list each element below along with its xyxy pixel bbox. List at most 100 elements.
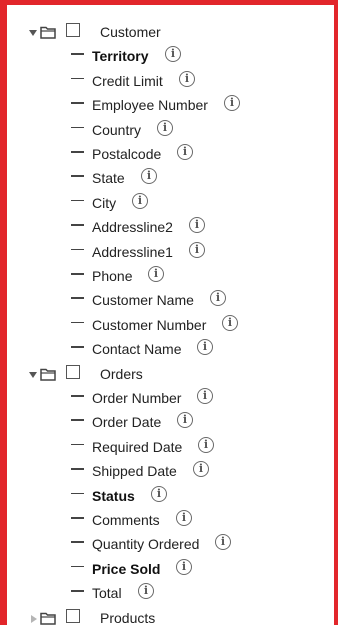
tree-field-item[interactable]: Price Sold i [0, 558, 300, 581]
tree-field-item[interactable]: Shipped Date i [0, 461, 300, 483]
info-icon[interactable]: i [197, 388, 213, 404]
tree-field-label: Comments [92, 512, 160, 528]
tree-field-label: Credit Limit [92, 72, 163, 89]
tree-field-item[interactable]: Employee Number i [0, 95, 300, 117]
info-icon[interactable]: i [189, 217, 205, 234]
dash-icon [71, 492, 84, 495]
tree-field-label: City [92, 194, 117, 211]
info-icon[interactable]: i [148, 266, 164, 282]
caret-down-icon[interactable] [29, 371, 37, 378]
dash-icon [71, 224, 84, 226]
tree-field-label: Customer Name [92, 292, 194, 309]
field-tree-panel: Customer Territory i Credit Limit i Employee … [0, 0, 338, 626]
dash-icon [71, 517, 84, 519]
tree-group-label: Products [100, 609, 156, 626]
tree-field-item[interactable]: Phone i [0, 266, 300, 288]
info-icon[interactable]: i [224, 95, 240, 112]
info-icon[interactable]: i [197, 339, 213, 356]
info-icon[interactable]: i [141, 168, 157, 185]
tree-field-label: Phone [92, 268, 133, 284]
info-icon[interactable]: i [138, 583, 154, 600]
tree-field-item[interactable]: Credit Limit i [0, 70, 300, 93]
caret-right-icon[interactable] [31, 614, 37, 623]
tree-group-products[interactable]: Products [0, 608, 300, 630]
dash-icon [71, 77, 84, 80]
tree-field-item[interactable]: Customer Name i [0, 290, 300, 312]
tree-field-label: Order Date [92, 414, 162, 431]
tree-field-item[interactable]: Addressline1 i [0, 241, 300, 264]
tree-field-label: Addressline2 [92, 219, 173, 236]
tree-field-item[interactable]: Territory i [0, 46, 300, 68]
tree-group-customer[interactable]: Customer [0, 22, 300, 44]
tree-group-label: Orders [100, 365, 143, 382]
folder-icon [40, 26, 56, 39]
group-checkbox[interactable] [66, 364, 80, 379]
dash-icon [71, 419, 84, 421]
info-icon[interactable]: i [193, 461, 209, 478]
tree-field-item[interactable]: Contact Name i [0, 339, 300, 361]
dash-icon [71, 590, 84, 592]
panel-border-right [334, 0, 338, 625]
tree-field-item[interactable]: Required Date i [0, 436, 300, 459]
dash-icon [71, 321, 84, 324]
info-icon[interactable]: i [176, 558, 192, 575]
tree-field-item[interactable]: City i [0, 192, 300, 215]
dash-icon [71, 126, 84, 129]
info-icon[interactable]: i [151, 485, 167, 502]
tree-field-item[interactable]: State i [0, 168, 300, 190]
tree-field-label: Addressline1 [92, 243, 173, 260]
tree-field-item[interactable]: Order Date i [0, 412, 300, 434]
info-icon[interactable]: i [189, 241, 205, 258]
tree-field-label: Total [92, 585, 122, 602]
tree-field-label: State [92, 170, 125, 187]
info-icon[interactable]: i [222, 314, 238, 331]
tree-field-item[interactable]: Postalcode i [0, 144, 300, 166]
dash-icon [71, 175, 84, 177]
tree-field-item[interactable]: Status i [0, 485, 300, 508]
tree-field-item[interactable]: Total i [0, 583, 300, 605]
info-icon[interactable]: i [132, 192, 148, 209]
dash-icon [71, 565, 84, 568]
info-icon[interactable]: i [177, 412, 193, 429]
dash-icon [71, 53, 84, 55]
dash-icon [71, 468, 84, 470]
tree-field-item[interactable]: Comments i [0, 510, 300, 532]
tree-field-item[interactable]: Quantity Ordered i [0, 534, 300, 556]
tree-field-label: Order Number [92, 390, 182, 406]
tree-field-label: Country [92, 121, 142, 138]
info-icon[interactable]: i [179, 70, 195, 87]
info-icon[interactable]: i [176, 510, 192, 526]
panel-border-top [0, 0, 338, 5]
dash-icon [71, 346, 84, 348]
dash-icon [71, 297, 84, 299]
caret-down-icon[interactable] [29, 30, 37, 36]
info-icon[interactable]: i [215, 534, 231, 551]
info-icon[interactable]: i [157, 119, 173, 136]
tree-field-label: Shipped Date [92, 463, 177, 480]
info-icon[interactable]: i [198, 436, 214, 453]
tree-field-item[interactable]: Customer Number i [0, 314, 300, 337]
dash-icon [71, 395, 84, 397]
group-checkbox[interactable] [66, 608, 80, 623]
tree-group-orders[interactable]: Orders [0, 364, 300, 386]
dash-icon [71, 443, 84, 446]
info-icon[interactable]: i [177, 144, 193, 160]
dash-icon [71, 273, 84, 275]
dash-icon [71, 102, 84, 104]
tree-field-label: Contact Name [92, 341, 182, 358]
tree-group-label: Customer [100, 24, 161, 40]
info-icon[interactable]: i [165, 46, 181, 63]
dash-icon [71, 541, 84, 543]
folder-icon [40, 368, 56, 381]
tree-field-item[interactable]: Order Number i [0, 388, 300, 410]
tree-field-label: Quantity Ordered [92, 536, 200, 553]
tree-field-label: Employee Number [92, 97, 208, 114]
folder-icon [40, 612, 56, 625]
tree-field-label: Customer Number [92, 316, 207, 333]
dash-icon [71, 248, 84, 251]
info-icon[interactable]: i [210, 290, 226, 307]
tree-field-label: Required Date [92, 438, 183, 455]
group-checkbox[interactable] [66, 23, 80, 37]
tree-field-item[interactable]: Country i [0, 119, 300, 142]
tree-field-item[interactable]: Addressline2 i [0, 217, 300, 239]
